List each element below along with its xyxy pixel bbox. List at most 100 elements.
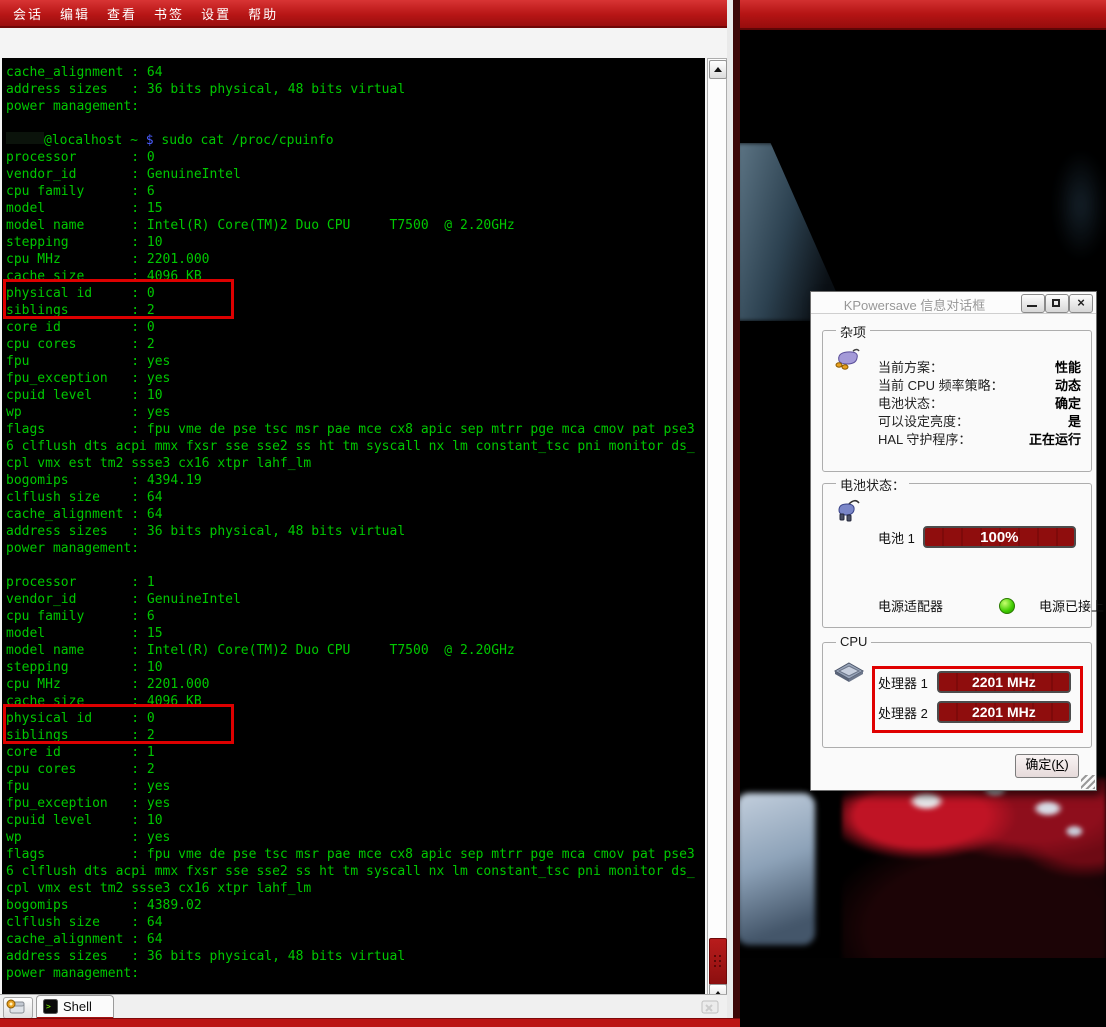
misc-row-4: HAL 守护程序：正在运行 — [878, 429, 1081, 447]
menu-item-4[interactable]: 设置 — [201, 4, 231, 23]
maximize-button[interactable] — [1045, 294, 1069, 313]
terminal-line: flags : fpu vme de pse tsc msr pae mce c… — [6, 846, 695, 863]
terminal-line: cache_alignment : 64 — [6, 64, 695, 81]
terminal-line: cpu MHz : 2201.000 — [6, 251, 695, 268]
close-session-button[interactable] — [698, 997, 724, 1017]
terminal-frame: cache_alignment : 64address sizes : 36 b… — [0, 28, 727, 994]
terminal-line: 6 clflush dts acpi mmx fxsr sse sse2 ss … — [6, 863, 695, 880]
terminal-line: address sizes : 36 bits physical, 48 bit… — [6, 523, 695, 540]
misc-row-value: 性能 — [1055, 357, 1081, 375]
wallpaper-gray-cloth — [737, 793, 815, 945]
battery-row: 电池 1 100% — [878, 526, 1076, 548]
dialog-title: KPowersave 信息对话框 — [811, 295, 1018, 314]
terminal-line: fpu_exception : yes — [6, 370, 695, 387]
resize-grip[interactable] — [1081, 775, 1095, 789]
misc-row-label: 当前方案： — [878, 357, 943, 375]
adapter-status: 电源已接上 — [1039, 596, 1104, 615]
terminal-line: wp : yes — [6, 404, 695, 421]
close-icon: × — [1070, 295, 1092, 311]
tab-shell-label: Shell — [63, 999, 92, 1014]
battery-label: 电池 1 — [878, 528, 915, 547]
terminal-line: clflush size : 64 — [6, 489, 695, 506]
redacted-username — [6, 132, 44, 144]
terminal-line: address sizes : 36 bits physical, 48 bit… — [6, 81, 695, 98]
terminal-line: core id : 1 — [6, 744, 695, 761]
wallpaper-black-area — [737, 958, 1106, 1027]
maximize-icon — [1052, 299, 1060, 307]
misc-row-label: 电池状态： — [878, 393, 943, 411]
battery-groupbox: 电池状态： 电池 1 100% 电源适配器 电源已接上 — [822, 483, 1092, 628]
terminal-line: fpu : yes — [6, 778, 695, 795]
terminal-line: bogomips : 4394.19 — [6, 472, 695, 489]
misc-row-value: 动态 — [1055, 375, 1081, 393]
misc-row-label: HAL 守护程序： — [878, 429, 971, 447]
terminal-line: vendor_id : GenuineIntel — [6, 591, 695, 608]
terminal-window: 会话编辑查看书签设置帮助 cache_alignment : 64address… — [0, 0, 740, 1027]
battery-plug-icon — [835, 498, 861, 524]
menu-item-5[interactable]: 帮助 — [248, 4, 278, 23]
ok-button[interactable]: 确定(K) — [1015, 754, 1079, 778]
terminal-line: power management: — [6, 540, 695, 557]
terminal-screen[interactable]: cache_alignment : 64address sizes : 36 b… — [2, 58, 705, 1020]
terminal-line: model name : Intel(R) Core(TM)2 Duo CPU … — [6, 642, 695, 659]
terminal-line: cpu MHz : 2201.000 — [6, 676, 695, 693]
scroll-up-button[interactable] — [709, 60, 727, 79]
misc-groupbox: 杂项 当前方案：性能当前 CPU 频率策略：动态电池状态：确定可以设定亮度：是H… — [822, 330, 1092, 472]
misc-row-label: 当前 CPU 频率策略： — [878, 375, 1004, 393]
terminal-line: stepping : 10 — [6, 234, 695, 251]
terminal-line: cpuid level : 10 — [6, 387, 695, 404]
cpu-legend: CPU — [836, 634, 871, 649]
terminal-line: cache_alignment : 64 — [6, 931, 695, 948]
close-session-icon — [698, 997, 722, 1016]
terminal-menubar: 会话编辑查看书签设置帮助 — [0, 0, 727, 28]
misc-row-value: 是 — [1068, 411, 1081, 429]
terminal-line: cpl vmx est tm2 ssse3 cx16 xtpr lahf_lm — [6, 455, 695, 472]
terminal-line: cpuid level : 10 — [6, 812, 695, 829]
terminal-line — [6, 557, 695, 574]
menu-item-2[interactable]: 查看 — [107, 4, 137, 23]
terminal-line: stepping : 10 — [6, 659, 695, 676]
terminal-line: model : 15 — [6, 625, 695, 642]
dialog-titlebar[interactable]: KPowersave 信息对话框 × — [811, 292, 1096, 314]
close-button[interactable]: × — [1069, 294, 1093, 313]
terminal-line: flags : fpu vme de pse tsc msr pae mce c… — [6, 421, 695, 438]
misc-row-2: 电池状态： 确定 — [878, 393, 1081, 411]
misc-row-value: 确定 — [1055, 393, 1081, 411]
wallpaper-blue-patch-right — [1055, 150, 1106, 260]
ok-label: 确定( — [1025, 757, 1055, 772]
terminal-line: power management: — [6, 98, 695, 115]
minimize-button[interactable] — [1021, 294, 1045, 313]
svg-text:>: > — [46, 1002, 51, 1011]
terminal-line — [6, 115, 695, 132]
cpu-groupbox: CPU 处理器 12201 MHz处理器 22201 MHz — [822, 642, 1092, 748]
misc-row-0: 当前方案： 性能 — [878, 357, 1081, 375]
misc-row-3: 可以设定亮度：是 — [878, 411, 1081, 429]
terminal-scrollbar[interactable] — [707, 58, 727, 1020]
terminal-output: cache_alignment : 64address sizes : 36 b… — [6, 64, 695, 1016]
shell-terminal-icon: > — [43, 999, 58, 1014]
adapter-row: 电源适配器 电源已接上 — [878, 596, 1104, 615]
desktop: 会话编辑查看书签设置帮助 cache_alignment : 64address… — [0, 0, 1106, 1027]
green-led-icon — [999, 598, 1015, 614]
menu-item-0[interactable]: 会话 — [13, 4, 43, 23]
cpu-mhz-highlight-1 — [3, 279, 234, 319]
kpowersave-dialog: KPowersave 信息对话框 × 杂项 当前方案： 性能当前 CPU 频率策略… — [810, 291, 1097, 791]
terminal-line: power management: — [6, 965, 695, 982]
terminal-line: core id : 0 — [6, 319, 695, 336]
wallpaper-red-fabric — [842, 778, 1106, 968]
desktop-top-red-strip — [740, 0, 1106, 30]
menu-item-3[interactable]: 书签 — [154, 4, 184, 23]
terminal-line: cpu cores : 2 — [6, 336, 695, 353]
terminal-line: fpu : yes — [6, 353, 695, 370]
misc-legend: 杂项 — [836, 322, 870, 341]
tab-shell[interactable]: > Shell — [36, 995, 114, 1020]
battery-legend: 电池状态： — [836, 475, 909, 494]
scrollbar-thumb[interactable] — [709, 938, 727, 985]
terminal-line: processor : 0 — [6, 149, 695, 166]
terminal-line: 6 clflush dts acpi mmx fxsr sse sse2 ss … — [6, 438, 695, 455]
terminal-line: cpu family : 6 — [6, 608, 695, 625]
power-plug-icon — [833, 347, 861, 371]
menu-item-1[interactable]: 编辑 — [60, 4, 90, 23]
terminal-line: @localhost ~ $ sudo cat /proc/cpuinfo — [6, 132, 695, 149]
new-session-button[interactable] — [3, 997, 33, 1019]
